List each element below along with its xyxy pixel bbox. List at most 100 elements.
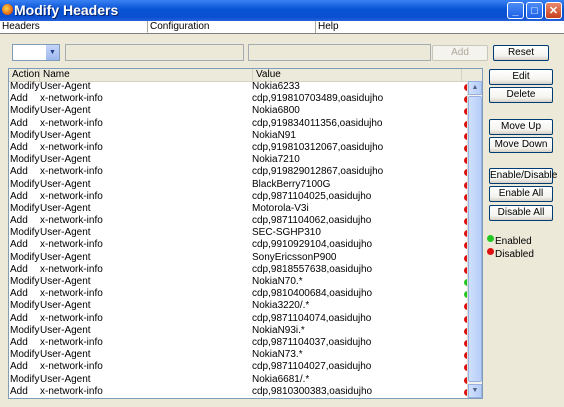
move-down-button[interactable]: Move Down: [489, 137, 553, 153]
column-status[interactable]: [462, 69, 482, 81]
table-row[interactable]: Modify User-Agent Nokia3220/.*: [9, 300, 471, 312]
row-name: x-network-info: [40, 288, 103, 300]
action-select[interactable]: ▼: [12, 44, 60, 61]
row-name: x-network-info: [40, 190, 103, 202]
table-row[interactable]: Add x-network-info cdp,9871104062,oasidujh…: [9, 215, 471, 227]
row-name: x-network-info: [40, 215, 103, 227]
table-row[interactable]: Modify User-Agent NokiaN93i.*: [9, 324, 471, 337]
row-name: x-network-info: [40, 166, 103, 178]
enable-disable-button[interactable]: Enable/Disable: [489, 168, 557, 184]
row-value: NokiaN91: [252, 129, 296, 141]
row-name: User-Agent: [40, 81, 91, 92]
table-row[interactable]: Modify User-Agent SEC-SGHP310: [9, 227, 471, 239]
row-value: Nokia6233: [252, 81, 300, 92]
row-name: User-Agent: [40, 227, 91, 239]
window-title: Modify Headers: [14, 2, 119, 18]
table-row[interactable]: Modify User-Agent NokiaN91: [9, 129, 471, 142]
reset-button[interactable]: Reset: [493, 45, 549, 61]
maximize-button[interactable]: □: [526, 2, 543, 19]
row-name: User-Agent: [40, 373, 91, 385]
row-action: Modify: [10, 276, 40, 287]
table-row[interactable]: Add x-network-info cdp,919810312067,oasidu…: [9, 141, 471, 154]
row-value: cdp,919810703489,oasidujho: [252, 93, 384, 105]
table-row[interactable]: Add x-network-info cdp,919834011356,oasidu…: [9, 117, 471, 130]
legend-enabled-label: Enabled: [495, 236, 532, 247]
scroll-up-arrow-icon[interactable]: ▲: [468, 81, 482, 95]
table-row[interactable]: Add x-network-info cdp,919829012867,oasidu…: [9, 166, 471, 178]
add-button[interactable]: Add: [432, 45, 488, 61]
row-action: Modify: [10, 154, 40, 166]
row-action: Modify: [10, 324, 40, 336]
row-value: cdp,9871104037,oasidujho: [252, 336, 372, 348]
menu-configuration[interactable]: Configuration: [148, 21, 316, 33]
table-row[interactable]: Add x-network-info cdp,9871104074,oasidujh…: [9, 312, 471, 325]
move-up-button[interactable]: Move Up: [489, 119, 553, 135]
row-name: User-Agent: [40, 178, 91, 190]
minimize-button[interactable]: _: [507, 2, 524, 19]
row-action: Add: [10, 190, 28, 202]
title-bar[interactable]: Modify Headers _ □ ✕: [0, 0, 564, 21]
row-name: x-network-info: [40, 361, 103, 373]
row-value: cdp,9871104074,oasidujho: [252, 312, 372, 324]
row-name: User-Agent: [40, 105, 91, 117]
delete-button[interactable]: Delete: [489, 87, 553, 103]
column-action[interactable]: Action: [9, 69, 40, 81]
scroll-down-arrow-icon[interactable]: ▼: [468, 384, 482, 398]
row-action: Add: [10, 117, 28, 129]
header-name-field[interactable]: [65, 44, 244, 61]
table-row[interactable]: Add x-network-info cdp,9871104025,oasidujh…: [9, 190, 471, 203]
row-name: x-network-info: [40, 336, 103, 348]
table-row[interactable]: Add x-network-info cdp,919810703489,oasidu…: [9, 93, 471, 105]
table-row[interactable]: Modify User-Agent Nokia6681/.*: [9, 373, 471, 386]
table-row[interactable]: Modify User-Agent Nokia6800: [9, 105, 471, 117]
row-action: Add: [10, 336, 28, 348]
headers-table[interactable]: Action Name Value Modify User-Agent Nokia6…: [8, 68, 483, 399]
table-row[interactable]: Modify User-Agent Motorola-V3i: [9, 203, 471, 215]
column-value[interactable]: Value: [253, 69, 462, 81]
table-row[interactable]: Add x-network-info cdp,9871104037,oasidujh…: [9, 336, 471, 349]
scrollbar-thumb[interactable]: [468, 96, 482, 382]
menu-help[interactable]: Help: [316, 21, 564, 33]
row-action: Modify: [10, 373, 40, 385]
disable-all-button[interactable]: Disable All: [489, 205, 553, 221]
table-row[interactable]: Add x-network-info cdp,9871104027,oasidujh…: [9, 361, 471, 373]
row-name: x-network-info: [40, 117, 103, 129]
close-button[interactable]: ✕: [545, 2, 562, 19]
menu-headers[interactable]: Headers: [0, 21, 148, 33]
row-action: Modify: [10, 81, 40, 92]
table-row[interactable]: Add x-network-info cdp,9810300383,oasidujh…: [9, 385, 471, 398]
table-row[interactable]: Add x-network-info cdp,9810400684,oasidujh…: [9, 288, 471, 300]
row-action: Add: [10, 263, 28, 275]
app-icon: [2, 4, 13, 15]
row-name: User-Agent: [40, 349, 91, 361]
table-row[interactable]: Modify User-Agent BlackBerry7100G: [9, 178, 471, 191]
row-value: BlackBerry7100G: [252, 178, 331, 190]
row-name: User-Agent: [40, 276, 91, 287]
chevron-down-icon[interactable]: ▼: [46, 45, 59, 60]
row-action: Modify: [10, 300, 40, 312]
table-row[interactable]: Add x-network-info cdp,9910929104,oasidujh…: [9, 239, 471, 251]
table-row[interactable]: Modify User-Agent SonyEricssonP900: [9, 251, 471, 264]
table-row[interactable]: Add x-network-info cdp,9818557638,oasidujh…: [9, 263, 471, 276]
row-value: cdp,9871104062,oasidujho: [252, 215, 372, 227]
row-value: cdp,9810300383,oasidujho: [252, 385, 373, 397]
enabled-dot-icon: [487, 235, 494, 242]
row-name: x-network-info: [40, 263, 103, 275]
row-action: Add: [10, 215, 28, 227]
row-action: Modify: [10, 129, 40, 141]
row-action: Modify: [10, 251, 40, 263]
table-row[interactable]: Modify User-Agent NokiaN70.*: [9, 276, 471, 288]
row-value: cdp,919810312067,oasidujho: [252, 141, 384, 153]
row-name: x-network-info: [40, 93, 103, 105]
row-action: Add: [10, 288, 28, 300]
row-name: User-Agent: [40, 129, 91, 141]
row-action: Modify: [10, 178, 40, 190]
table-row[interactable]: Modify User-Agent Nokia7210: [9, 154, 471, 166]
edit-button[interactable]: Edit: [489, 69, 553, 85]
vertical-scrollbar[interactable]: ▲ ▼: [467, 81, 482, 398]
enable-all-button[interactable]: Enable All: [489, 186, 553, 202]
header-value-field[interactable]: [248, 44, 431, 61]
table-row[interactable]: Modify User-Agent NokiaN73.*: [9, 349, 471, 361]
table-row[interactable]: Modify User-Agent Nokia6233: [9, 81, 471, 93]
column-name[interactable]: Name: [40, 69, 253, 81]
